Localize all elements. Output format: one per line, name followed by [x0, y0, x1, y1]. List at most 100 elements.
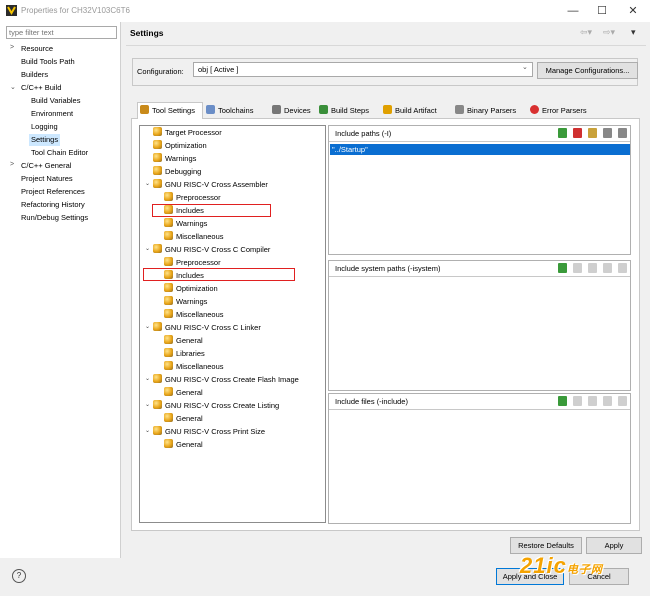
tree-item-miscellaneous[interactable]: Miscellaneous [164, 361, 224, 373]
sidebar-item-build-variables[interactable]: Build Variables [31, 95, 80, 107]
minimize-button[interactable]: — [565, 3, 581, 19]
tab-label: Toolchains [218, 106, 254, 115]
tree-expand-icon[interactable]: ⌄ [145, 375, 150, 382]
tree-item-general[interactable]: General [164, 335, 203, 347]
tab-build-steps[interactable]: Build Steps [317, 103, 379, 118]
chevron-right-icon[interactable]: > [10, 161, 14, 168]
filter-input[interactable] [6, 26, 117, 39]
tree-item-gnu-risc-v-cross-assembler[interactable]: GNU RISC-V Cross Assembler [153, 179, 268, 191]
close-button[interactable]: ✕ [625, 3, 641, 19]
tree-item-gnu-risc-v-cross-c-linker[interactable]: GNU RISC-V Cross C Linker [153, 322, 261, 334]
sidebar-item-resource[interactable]: Resource [21, 43, 53, 55]
sidebar-item-c-c-build[interactable]: C/C++ Build [21, 82, 61, 94]
sidebar-item-project-natures[interactable]: Project Natures [21, 173, 73, 185]
tree-item-label: Warnings [165, 154, 197, 163]
tree-item-miscellaneous[interactable]: Miscellaneous [164, 309, 224, 321]
add-icon[interactable] [558, 396, 567, 406]
tool-gear-icon [153, 322, 162, 331]
tool-gear-icon [164, 296, 173, 305]
tree-item-general[interactable]: General [164, 439, 203, 451]
tab-binary-parsers[interactable]: Binary Parsers [453, 103, 525, 118]
include-path-item[interactable]: "../Startup" [330, 144, 630, 155]
chevron-down-icon[interactable]: ⌄ [10, 83, 16, 91]
tree-item-label: Warnings [176, 297, 208, 306]
sidebar-item-tool-chain-editor[interactable]: Tool Chain Editor [31, 147, 88, 159]
sidebar-item-environment[interactable]: Environment [31, 108, 73, 120]
sidebar-item-logging[interactable]: Logging [31, 121, 58, 133]
sidebar-item-project-references[interactable]: Project References [21, 186, 85, 198]
tree-expand-icon[interactable]: ⌄ [145, 245, 150, 252]
configuration-select[interactable]: obj [ Active ] [193, 62, 533, 77]
move-down-icon[interactable] [618, 263, 627, 273]
tab-label: Tool Settings [152, 106, 195, 115]
move-up-icon[interactable] [603, 396, 612, 406]
back-arrow-icon[interactable]: ⇦▾ [580, 27, 592, 38]
sidebar-item-builders[interactable]: Builders [21, 69, 48, 81]
tree-item-warnings[interactable]: Warnings [153, 153, 196, 165]
tab-tool-settings[interactable]: Tool Settings [137, 102, 203, 119]
tree-item-gnu-risc-v-cross-c-compiler[interactable]: GNU RISC-V Cross C Compiler [153, 244, 270, 256]
restore-defaults-button[interactable]: Restore Defaults [510, 537, 582, 554]
delete-icon[interactable] [573, 128, 582, 138]
tool-gear-icon [164, 309, 173, 318]
system-paths-title: Include system paths (-isystem) [335, 264, 441, 273]
tab-devices[interactable]: Devices [270, 103, 316, 118]
tree-item-optimization[interactable]: Optimization [164, 283, 218, 295]
move-up-icon[interactable] [603, 263, 612, 273]
watermark-logo: 21ic电子网 [520, 553, 603, 579]
tree-item-general[interactable]: General [164, 387, 203, 399]
tree-item-gnu-risc-v-cross-create-listing[interactable]: GNU RISC-V Cross Create Listing [153, 400, 279, 412]
apply-button[interactable]: Apply [586, 537, 642, 554]
add-icon[interactable] [558, 128, 567, 138]
tool-gear-icon [164, 283, 173, 292]
tab-error-parsers[interactable]: Error Parsers [528, 103, 598, 118]
sidebar-item-settings[interactable]: Settings [29, 134, 61, 146]
tree-expand-icon[interactable]: ⌄ [145, 180, 150, 187]
edit-icon[interactable] [588, 396, 597, 406]
delete-icon[interactable] [573, 396, 582, 406]
move-down-icon[interactable] [618, 396, 627, 406]
tab-build-artifact[interactable]: Build Artifact [381, 103, 451, 118]
edit-icon[interactable] [588, 128, 597, 138]
add-icon[interactable] [558, 263, 567, 273]
tree-expand-icon[interactable]: ⌄ [145, 427, 150, 434]
tree-item-warnings[interactable]: Warnings [164, 218, 207, 230]
tab-label: Error Parsers [542, 106, 587, 115]
tree-item-warnings[interactable]: Warnings [164, 296, 207, 308]
tree-item-target-processor[interactable]: Target Processor [153, 127, 222, 139]
tree-item-miscellaneous[interactable]: Miscellaneous [164, 231, 224, 243]
tree-item-gnu-risc-v-cross-print-size[interactable]: GNU RISC-V Cross Print Size [153, 426, 265, 438]
help-button[interactable]: ? [12, 569, 26, 583]
tool-gear-icon [153, 179, 162, 188]
tree-item-label: Preprocessor [176, 258, 221, 267]
system-paths-panel: Include system paths (-isystem) [328, 260, 631, 391]
view-menu-icon[interactable]: ▾ [631, 27, 636, 38]
tool-gear-icon [153, 166, 162, 175]
tree-item-preprocessor[interactable]: Preprocessor [164, 192, 221, 204]
tool-gear-icon [153, 244, 162, 253]
tree-expand-icon[interactable]: ⌄ [145, 323, 150, 330]
sidebar-item-c-c-general[interactable]: C/C++ General [21, 160, 71, 172]
tree-item-general[interactable]: General [164, 413, 203, 425]
tree-item-label: General [176, 388, 203, 397]
tree-item-label: Warnings [176, 219, 208, 228]
tree-item-debugging[interactable]: Debugging [153, 166, 201, 178]
tree-item-libraries[interactable]: Libraries [164, 348, 205, 360]
edit-icon[interactable] [588, 263, 597, 273]
manage-configurations-button[interactable]: Manage Configurations... [537, 62, 638, 79]
tab-label: Build Steps [331, 106, 369, 115]
sidebar-item-build-tools-path[interactable]: Build Tools Path [21, 56, 75, 68]
move-down-icon[interactable] [618, 128, 627, 138]
forward-arrow-icon[interactable]: ⇨▾ [603, 27, 615, 38]
chevron-right-icon[interactable]: > [10, 44, 14, 51]
tree-expand-icon[interactable]: ⌄ [145, 401, 150, 408]
sidebar-item-run-debug-settings[interactable]: Run/Debug Settings [21, 212, 88, 224]
move-up-icon[interactable] [603, 128, 612, 138]
tree-item-optimization[interactable]: Optimization [153, 140, 207, 152]
tab-toolchains[interactable]: Toolchains [204, 103, 268, 118]
delete-icon[interactable] [573, 263, 582, 273]
maximize-button[interactable]: ☐ [594, 3, 610, 19]
tool-gear-icon [164, 231, 173, 240]
tree-item-gnu-risc-v-cross-create-flash-image[interactable]: GNU RISC-V Cross Create Flash Image [153, 374, 299, 386]
sidebar-item-refactoring-history[interactable]: Refactoring History [21, 199, 85, 211]
